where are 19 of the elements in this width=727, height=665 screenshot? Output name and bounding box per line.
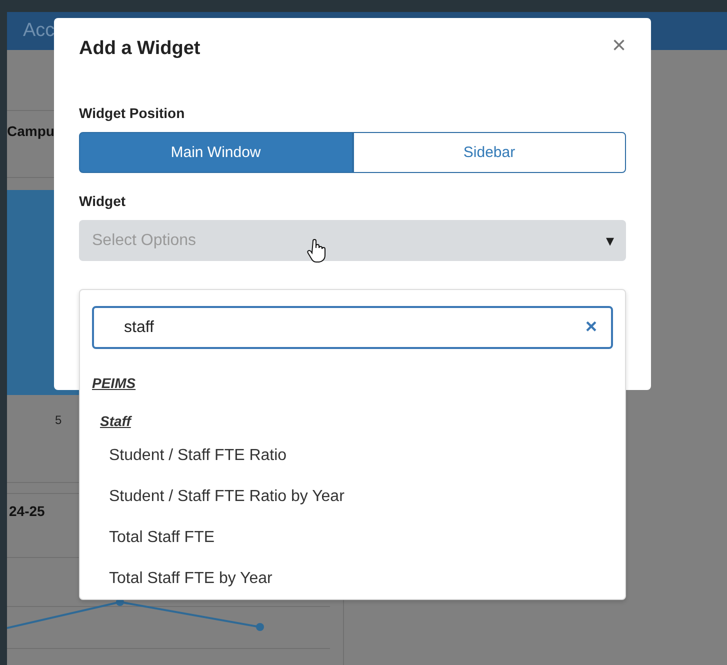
- dialog-title: Add a Widget: [79, 38, 200, 60]
- dropdown-option[interactable]: Total Staff FTE: [92, 517, 613, 558]
- dropdown-option[interactable]: Student / Staff FTE Ratio: [92, 435, 613, 476]
- widget-select[interactable]: Select Options ▾: [79, 220, 626, 261]
- dropdown-option[interactable]: Student / Staff FTE Ratio by Year: [92, 476, 613, 517]
- close-button[interactable]: ×: [612, 36, 626, 56]
- group-heading: PEIMS: [92, 375, 136, 391]
- hand-cursor-icon: [307, 239, 327, 263]
- subgroup-heading: Staff: [100, 413, 131, 429]
- dropdown-option[interactable]: Total Staff FTE by Year: [92, 558, 613, 599]
- field-label: Widget: [79, 193, 127, 209]
- position-option[interactable]: Main Window: [79, 132, 352, 173]
- column-heading: Campu: [7, 123, 54, 139]
- clear-button[interactable]: ×: [585, 316, 597, 339]
- field-label: Widget Position: [79, 105, 186, 121]
- search-field[interactable]: staff ×: [92, 306, 613, 349]
- table-cell: 5: [55, 413, 62, 427]
- row-heading: 24-25: [9, 503, 45, 519]
- position-option[interactable]: Sidebar: [352, 132, 626, 173]
